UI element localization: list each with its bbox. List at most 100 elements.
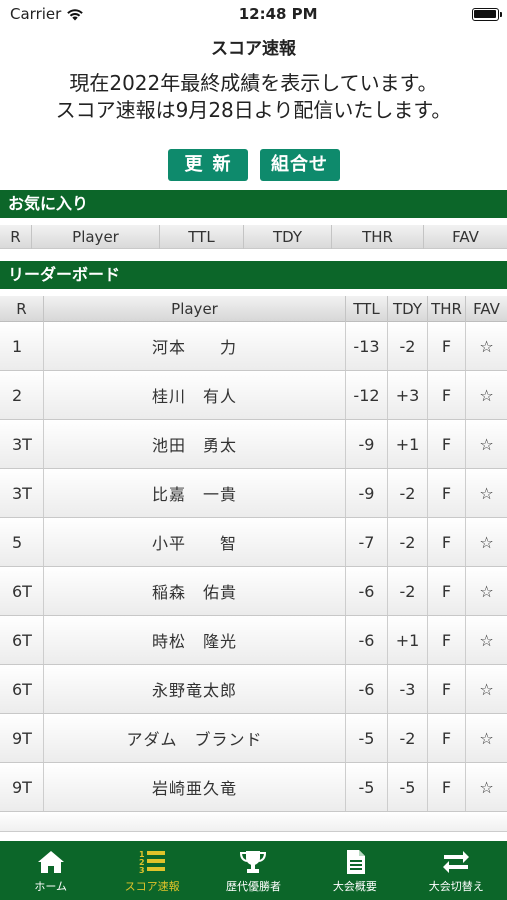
favorite-star-icon[interactable]: ☆ [466, 322, 507, 370]
status-left: Carrier [10, 5, 84, 23]
row-player: 永野竜太郎 [44, 665, 346, 713]
row-tdy: +1 [388, 420, 428, 468]
tab-past-winners-label: 歴代優勝者 [225, 879, 281, 893]
status-time: 12:48 PM [238, 5, 318, 23]
row-thr: F [428, 371, 466, 419]
row-rank: 3T [0, 420, 44, 468]
table-row[interactable]: 3T 比嘉 一貴 -9 -2 F ☆ [0, 469, 507, 518]
row-player: 桂川 有人 [44, 371, 346, 419]
page-title: スコア速報 [211, 39, 296, 59]
row-player: 岩崎亜久竜 [44, 763, 346, 811]
row-ttl: -6 [346, 567, 388, 615]
pairings-button[interactable]: 組合せ [259, 149, 340, 181]
row-tdy: -2 [388, 714, 428, 762]
table-row[interactable]: 1 河本 力 -13 -2 F ☆ [0, 322, 507, 371]
row-rank: 6T [0, 665, 44, 713]
tab-home[interactable]: ホーム [1, 848, 101, 894]
col-thr: THR [428, 296, 466, 322]
row-ttl: -6 [346, 616, 388, 664]
favorites-column-header: R Player TTL TDY THR FAV [0, 225, 507, 249]
tab-home-label: ホーム [34, 879, 68, 893]
row-thr: F [428, 567, 466, 615]
notice-line-2: スコア速報は9月28日より配信いたします。 [55, 98, 452, 122]
notice-line-1: 現在2022年最終成績を表示しています。 [69, 71, 438, 95]
row-ttl: -5 [346, 714, 388, 762]
row-ttl: -5 [346, 763, 388, 811]
carrier-label: Carrier [10, 5, 62, 23]
row-ttl: -9 [346, 420, 388, 468]
row-player: 稲森 佑貴 [44, 567, 346, 615]
favorites-header: お気に入り [0, 190, 507, 218]
action-buttons: 更新 組合せ [0, 149, 507, 183]
notice-text: 現在2022年最終成績を表示しています。 スコア速報は9月28日より配信いたしま… [0, 70, 507, 124]
tab-past-winners[interactable]: 歴代優勝者 [203, 848, 303, 894]
row-player: 時松 隆光 [44, 616, 346, 664]
row-ttl: -7 [346, 518, 388, 566]
col-fav: FAV [473, 300, 500, 318]
tab-bar: ホーム 1 2 3 スコア速報 歴代優勝者 大会概要 大会切替え [0, 841, 507, 900]
update-button[interactable]: 更新 [167, 149, 248, 181]
leaderboard-list: 1 河本 力 -13 -2 F ☆ 2 桂川 有人 -12 +3 F ☆ 3T … [0, 322, 507, 832]
row-player: 河本 力 [44, 322, 346, 370]
row-tdy: -5 [388, 763, 428, 811]
ranking-list-icon: 1 2 3 [139, 850, 166, 875]
row-rank: 9T [0, 714, 44, 762]
col-player: Player [44, 296, 346, 322]
row-thr: F [428, 469, 466, 517]
col-rank: R [0, 296, 44, 322]
col-ttl: TTL [346, 296, 388, 322]
row-thr: F [428, 714, 466, 762]
table-row[interactable]: 2 桂川 有人 -12 +3 F ☆ [0, 371, 507, 420]
col-rank: R [0, 225, 32, 249]
col-tdy: TDY [388, 296, 428, 322]
row-thr: F [428, 763, 466, 811]
col-player: Player [32, 225, 160, 249]
favorite-star-icon[interactable]: ☆ [466, 371, 507, 419]
tab-switch-tournament[interactable]: 大会切替え [406, 848, 506, 894]
leaderboard-column-header: R Player TTL TDY THR FAV [0, 296, 507, 322]
row-rank: 5 [0, 518, 44, 566]
row-rank: 6T [0, 567, 44, 615]
table-row[interactable]: 3T 池田 勇太 -9 +1 F ☆ [0, 420, 507, 469]
col-fav: FAV [452, 228, 479, 246]
favorite-star-icon[interactable]: ☆ [466, 616, 507, 664]
app-screen: Carrier 12:48 PM スコア速報 現在2022年最終成績を表示してい… [0, 0, 507, 900]
leaderboard-header: リーダーボード [0, 261, 507, 289]
row-ttl: -13 [346, 322, 388, 370]
col-ttl: TTL [160, 225, 244, 249]
tab-live-scores[interactable]: 1 2 3 スコア速報 [102, 848, 202, 894]
favorite-star-icon[interactable]: ☆ [466, 469, 507, 517]
favorite-star-icon[interactable]: ☆ [466, 665, 507, 713]
tab-tournament-info[interactable]: 大会概要 [305, 848, 405, 894]
swap-icon [443, 850, 470, 873]
table-row[interactable]: 6T 永野竜太郎 -6 -3 F ☆ [0, 665, 507, 714]
table-row[interactable]: 6T 稲森 佑貴 -6 -2 F ☆ [0, 567, 507, 616]
row-player: 池田 勇太 [44, 420, 346, 468]
row-ttl: -9 [346, 469, 388, 517]
row-rank: 2 [0, 371, 44, 419]
table-row[interactable]: 5 小平 智 -7 -2 F ☆ [0, 518, 507, 567]
row-thr: F [428, 665, 466, 713]
document-icon [346, 849, 365, 874]
favorite-star-icon[interactable]: ☆ [466, 714, 507, 762]
row-ttl: -12 [346, 371, 388, 419]
row-thr: F [428, 616, 466, 664]
row-tdy: -2 [388, 518, 428, 566]
col-tdy: TDY [244, 225, 332, 249]
row-tdy: -3 [388, 665, 428, 713]
row-player: アダム ブランド [44, 714, 346, 762]
row-ttl: -6 [346, 665, 388, 713]
row-thr: F [428, 322, 466, 370]
wifi-icon [67, 8, 84, 20]
favorite-star-icon[interactable]: ☆ [466, 518, 507, 566]
favorite-star-icon[interactable]: ☆ [466, 567, 507, 615]
favorite-star-icon[interactable]: ☆ [466, 420, 507, 468]
table-row[interactable]: 9T アダム ブランド -5 -2 F ☆ [0, 714, 507, 763]
svg-text:3: 3 [139, 866, 145, 875]
table-row[interactable]: 6T 時松 隆光 -6 +1 F ☆ [0, 616, 507, 665]
favorite-star-icon[interactable]: ☆ [466, 763, 507, 811]
table-row-partial [0, 812, 507, 832]
row-tdy: +1 [388, 616, 428, 664]
table-row[interactable]: 9T 岩崎亜久竜 -5 -5 F ☆ [0, 763, 507, 812]
row-tdy: -2 [388, 567, 428, 615]
